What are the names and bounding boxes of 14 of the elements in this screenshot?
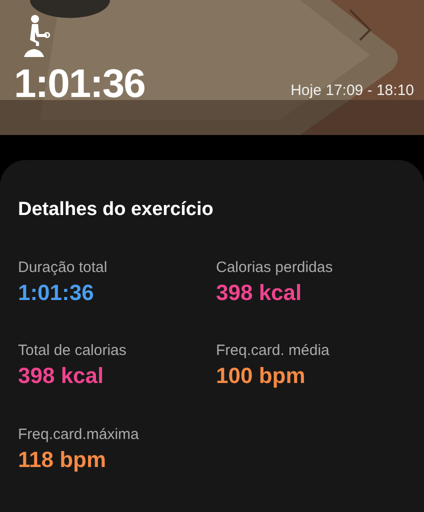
- workout-duration: 1:01:36: [14, 64, 145, 104]
- stat-value: 100 bpm: [216, 362, 306, 390]
- stat-value: 398 kcal: [216, 278, 303, 306]
- stat-label: Freq.card. média: [216, 342, 330, 360]
- stat-value: 1:01:36: [18, 278, 95, 306]
- stat-value: 398 kcal: [18, 362, 105, 390]
- stat-label: Duração total: [18, 258, 108, 276]
- stat-label: Total de calorias: [18, 342, 128, 360]
- section-title: Detalhes do exercício: [18, 198, 214, 222]
- time-range: Hoje 17:09 - 18:10: [290, 80, 414, 100]
- stat-label: Calorias perdidas: [216, 258, 334, 276]
- stat-value: 118 bpm: [18, 446, 108, 474]
- exercise-figure-icon: [22, 14, 50, 58]
- stat-label: Freq.card.máxima: [18, 426, 140, 444]
